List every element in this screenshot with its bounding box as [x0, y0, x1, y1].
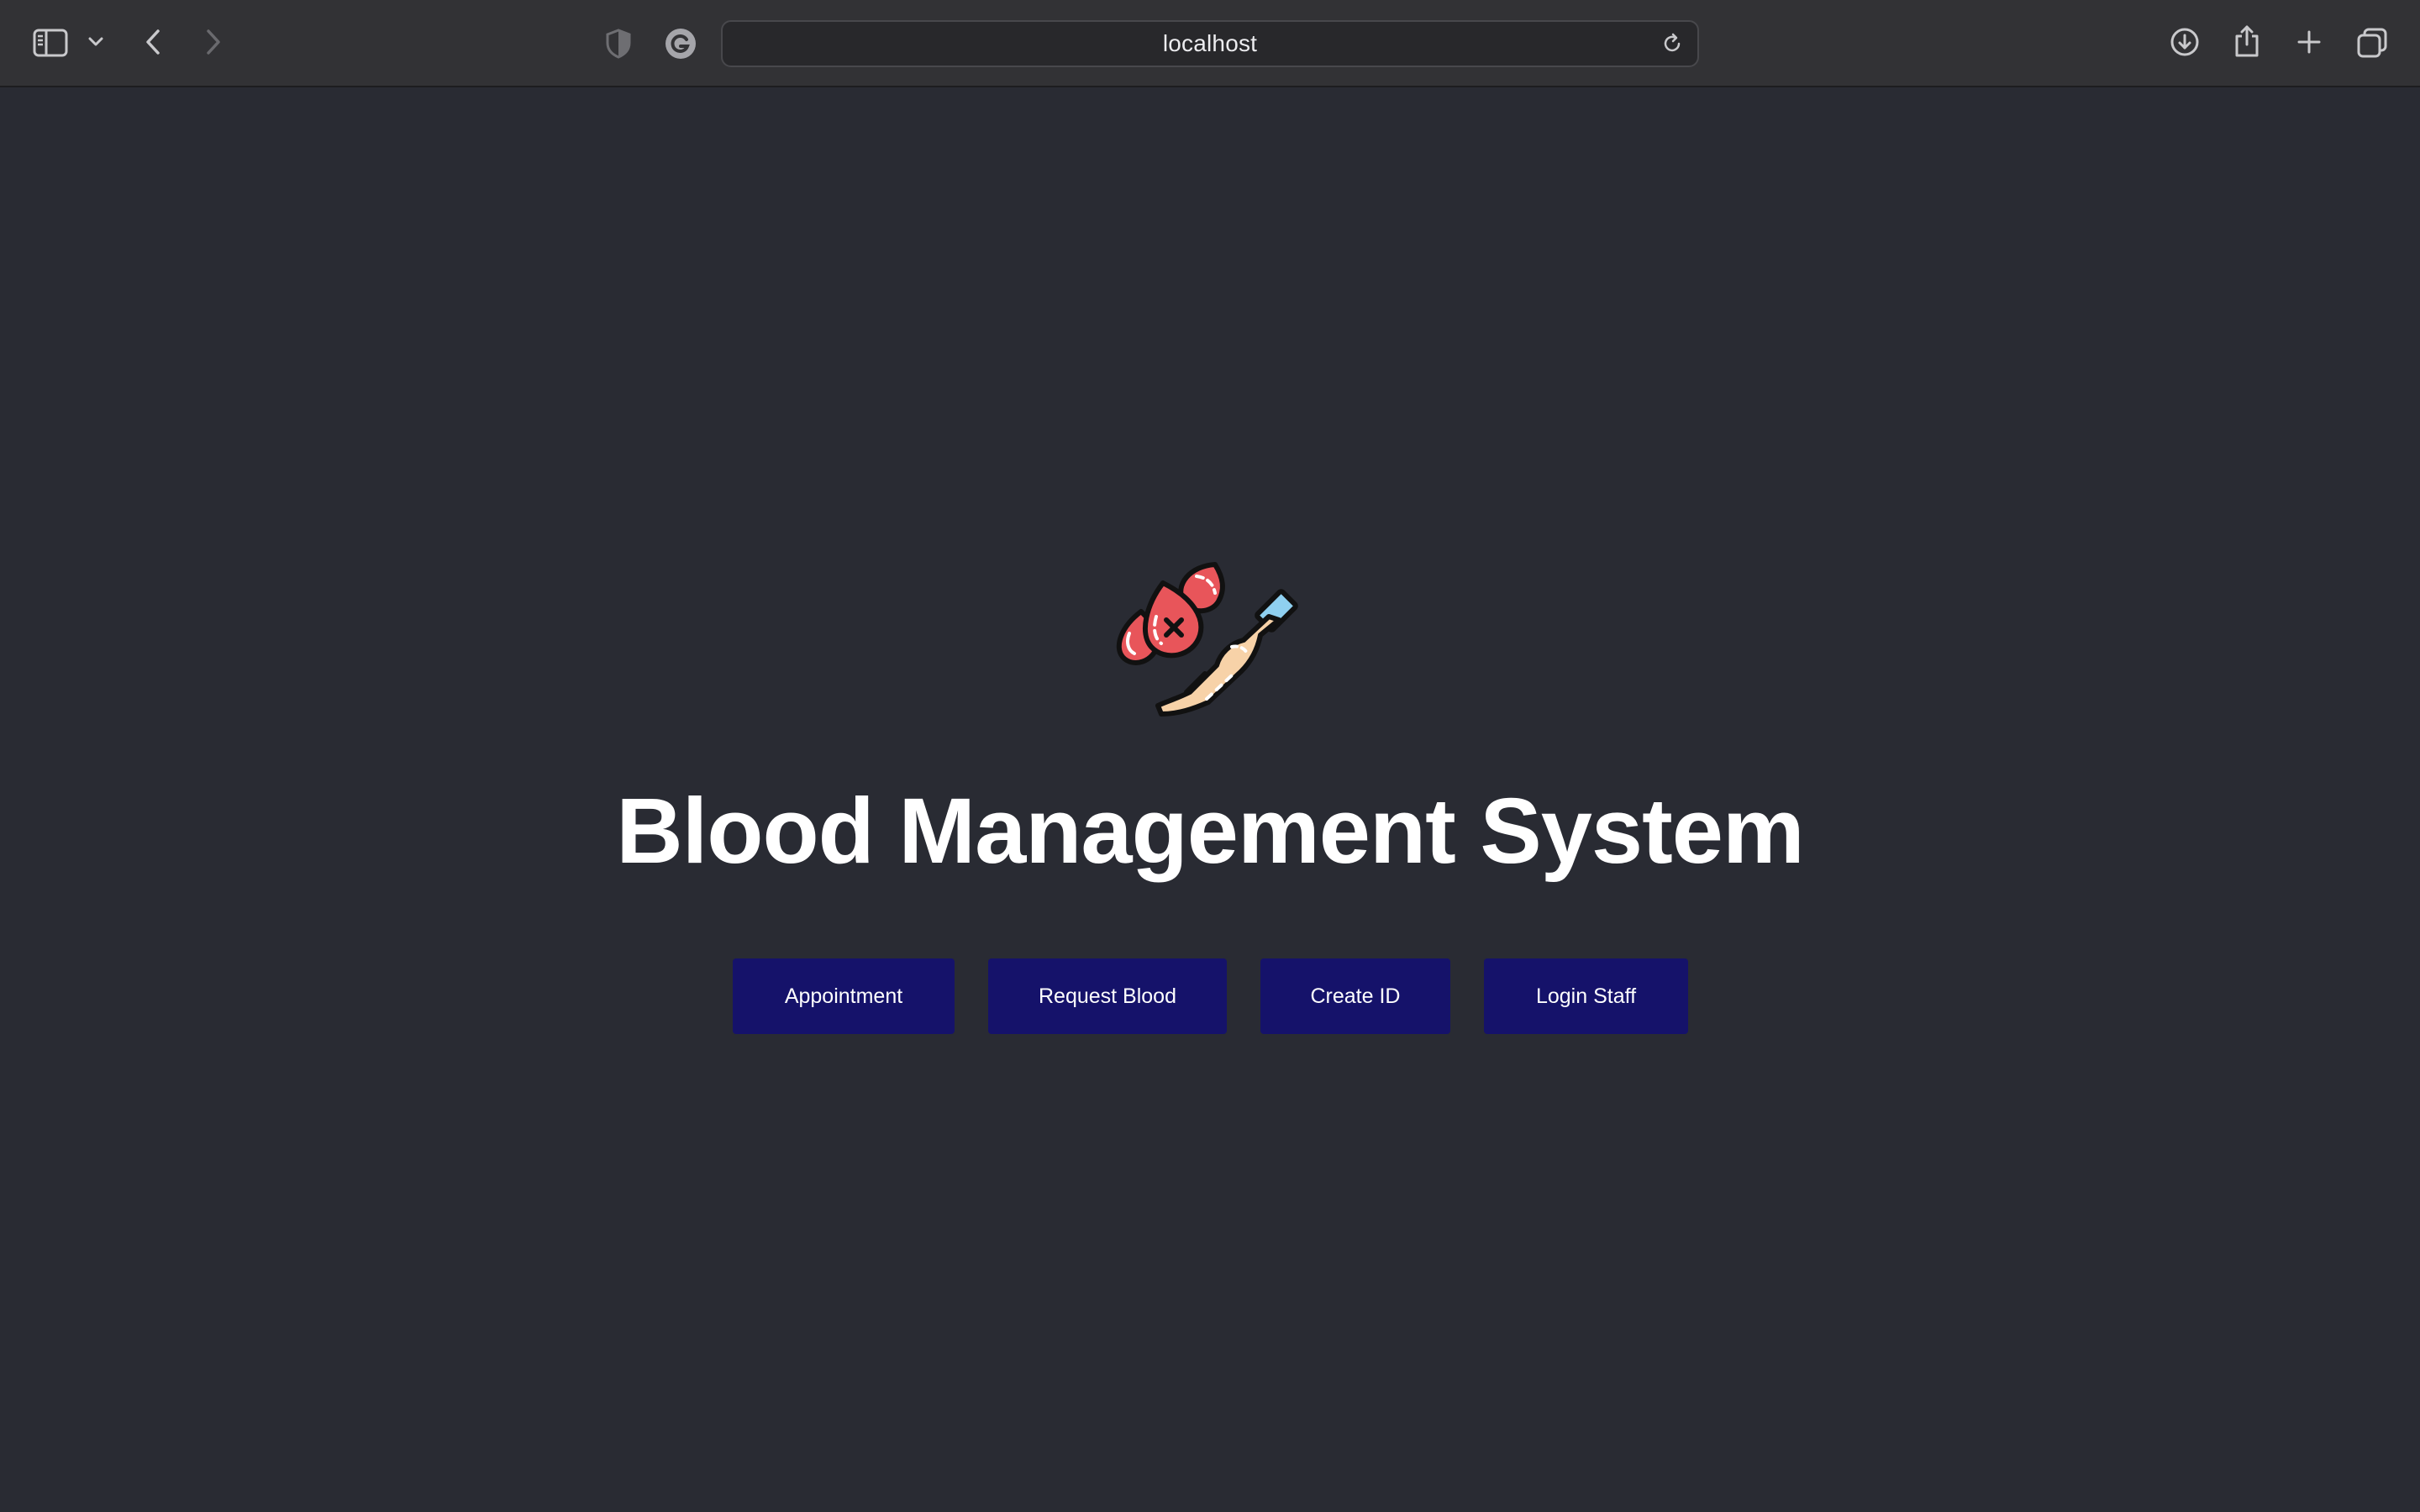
reload-icon[interactable] — [1660, 32, 1684, 55]
request-blood-button[interactable]: Request Blood — [988, 958, 1227, 1034]
address-bar[interactable]: localhost — [721, 20, 1699, 67]
chevron-right-icon[interactable] — [200, 25, 227, 59]
login-staff-button[interactable]: Login Staff — [1484, 958, 1688, 1034]
share-icon[interactable] — [2230, 22, 2264, 60]
browser-toolbar: localhost — [0, 0, 2420, 87]
create-id-button[interactable]: Create ID — [1260, 958, 1450, 1034]
appointment-button[interactable]: Appointment — [733, 958, 955, 1034]
download-icon[interactable] — [2168, 25, 2202, 59]
browser-window: localhost Blood Management System Appoin… — [0, 0, 2420, 1512]
chevron-down-icon[interactable] — [86, 32, 106, 52]
chevron-left-icon[interactable] — [139, 25, 166, 59]
tabs-icon[interactable] — [2354, 25, 2390, 60]
action-buttons: Appointment Request Blood Create ID Logi… — [0, 958, 2420, 1034]
grammarly-icon[interactable] — [664, 27, 697, 60]
sidebar-icon[interactable] — [30, 25, 71, 60]
page-title: Blood Management System — [616, 780, 1804, 883]
shield-icon[interactable] — [602, 25, 635, 62]
plus-icon[interactable] — [2294, 27, 2324, 57]
blood-donation-icon — [1106, 467, 1307, 719]
url-text: localhost — [1162, 30, 1258, 56]
